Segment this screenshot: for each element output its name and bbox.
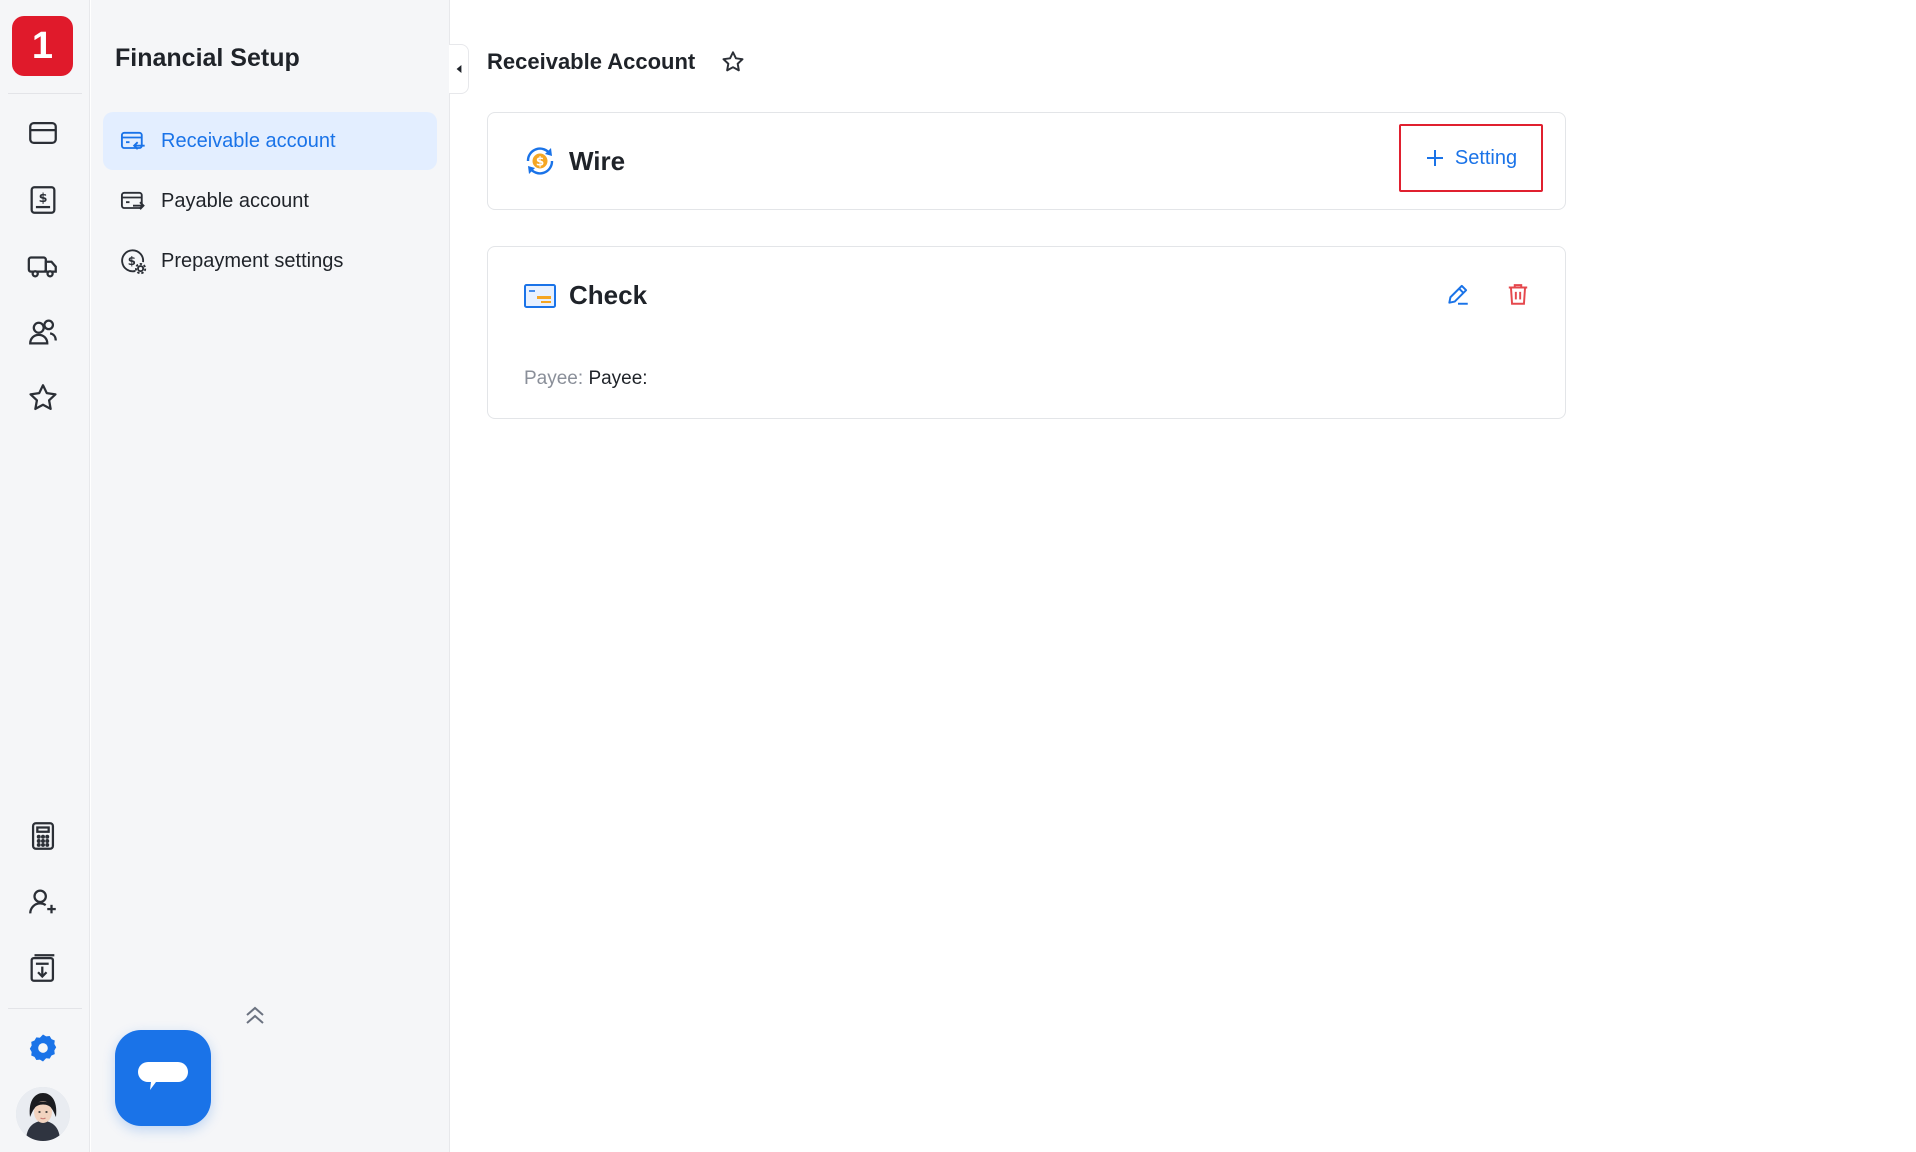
sidebar-collapse-toggle[interactable] bbox=[449, 44, 469, 94]
payee-value: Payee: bbox=[588, 368, 648, 389]
sidebar-title: Financial Setup bbox=[115, 44, 300, 72]
wire-dollar-icon: $ bbox=[526, 147, 554, 175]
setting-button-label: Setting bbox=[1454, 146, 1518, 169]
star-icon[interactable] bbox=[21, 376, 65, 420]
check-card: Check Payee: Payee: bbox=[487, 246, 1566, 419]
app-root: 1 $ Financial Setup Receivable account P… bbox=[0, 0, 1916, 1152]
user-avatar[interactable] bbox=[16, 1087, 70, 1141]
wire-card: $ Wire Setting bbox=[487, 112, 1566, 210]
truck-icon[interactable] bbox=[21, 244, 65, 288]
payee-row: Payee: Payee: bbox=[524, 368, 648, 390]
edit-pencil-icon[interactable] bbox=[1445, 281, 1471, 307]
rail-divider-bottom bbox=[8, 1008, 82, 1009]
sidebar-item-payable-account[interactable]: Payable account bbox=[103, 172, 437, 230]
add-user-icon[interactable] bbox=[21, 880, 65, 924]
svg-text:$: $ bbox=[39, 191, 48, 206]
payee-label: Payee: bbox=[524, 368, 584, 389]
chevron-up-icon[interactable] bbox=[241, 1003, 269, 1027]
invoice-dollar-icon[interactable]: $ bbox=[21, 178, 65, 222]
settings-gear-icon[interactable] bbox=[21, 1026, 65, 1070]
favorite-star-icon[interactable] bbox=[720, 49, 746, 75]
sidebar-item-label: Prepayment settings bbox=[161, 249, 344, 272]
download-document-icon[interactable] bbox=[21, 946, 65, 990]
sidebar-item-prepayment-settings[interactable]: $ Prepayment settings bbox=[103, 232, 437, 290]
svg-text:$: $ bbox=[536, 155, 544, 169]
users-icon[interactable] bbox=[21, 310, 65, 354]
page-title: Receivable Account bbox=[487, 49, 696, 74]
delete-trash-icon[interactable] bbox=[1505, 281, 1531, 307]
calculator-icon[interactable] bbox=[21, 814, 65, 858]
sidebar-item-receivable-account[interactable]: Receivable account bbox=[103, 112, 437, 170]
check-icon bbox=[524, 284, 556, 308]
chat-support-button[interactable] bbox=[115, 1030, 211, 1126]
sidebar-item-label: Payable account bbox=[161, 189, 309, 212]
chat-bubble-icon bbox=[138, 1062, 188, 1090]
card-title: Wire bbox=[569, 146, 626, 176]
card-icon[interactable] bbox=[21, 111, 65, 155]
card-title: Check bbox=[569, 280, 648, 310]
app-logo[interactable]: 1 bbox=[12, 16, 73, 76]
caret-left-icon bbox=[456, 65, 461, 73]
financial-setup-sidebar: Financial Setup Receivable account Payab… bbox=[91, 0, 450, 1152]
plus-icon bbox=[1426, 150, 1443, 166]
wire-setting-button[interactable]: Setting bbox=[1399, 124, 1543, 192]
icon-rail: 1 $ bbox=[0, 0, 90, 1152]
card-receive-icon bbox=[119, 127, 147, 155]
card-pay-icon bbox=[119, 187, 147, 215]
rail-divider-top bbox=[8, 93, 82, 94]
sidebar-item-label: Receivable account bbox=[161, 129, 336, 152]
svg-text:$: $ bbox=[128, 254, 136, 268]
dollar-gear-icon: $ bbox=[119, 247, 147, 275]
